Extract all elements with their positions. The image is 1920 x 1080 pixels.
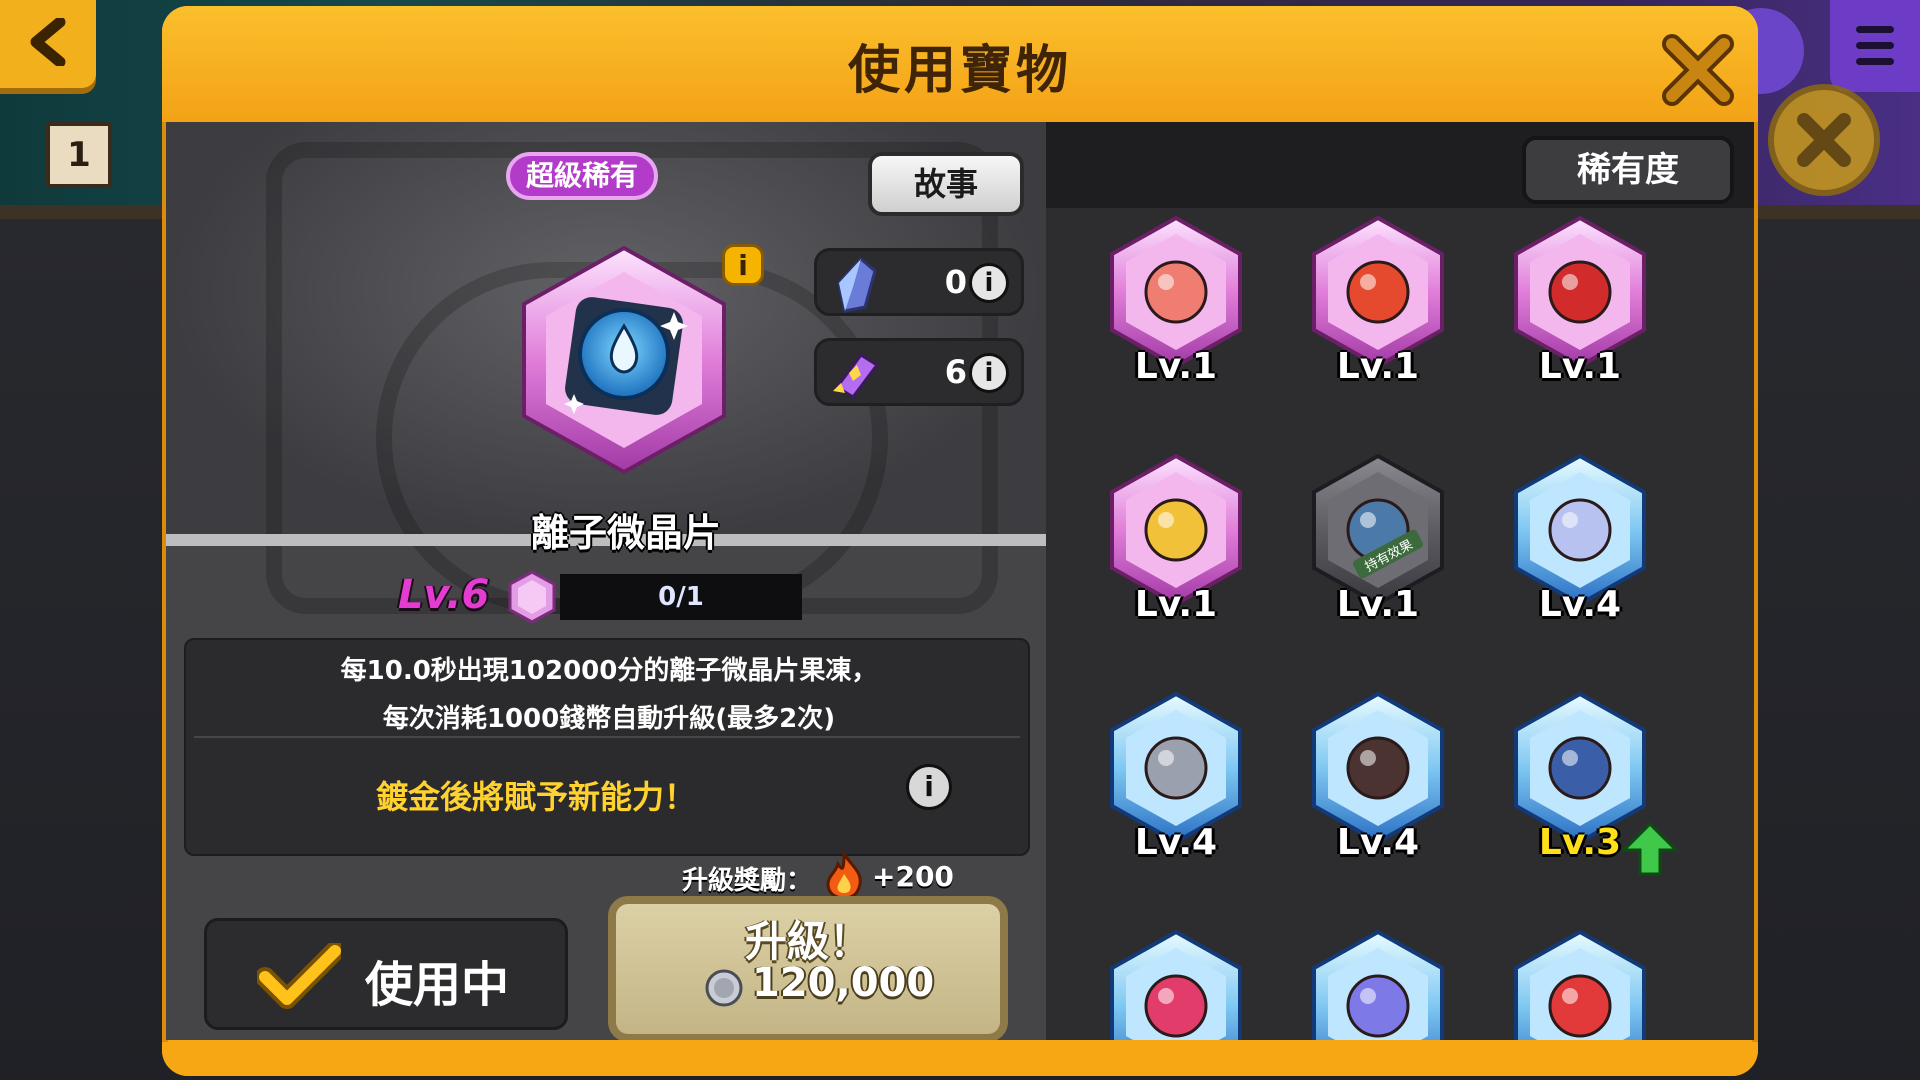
ticket-resource: 6 i — [814, 338, 1024, 406]
reward-label: 升級獎勵： — [682, 866, 813, 896]
crystal-icon — [837, 257, 877, 313]
crystal-vase-icon — [1312, 929, 1444, 1040]
treasure-slot-book[interactable]: Lv.3 — [1500, 690, 1678, 876]
treasure-modal: 使用寶物 超級稀有 故事 i 0 i 6 i 離子微晶片 Lv.6 0/1 每1… — [162, 6, 1758, 1076]
treasure-slot-pink-egg[interactable] — [1096, 928, 1256, 1040]
stage-sign: 1 — [46, 122, 112, 188]
back-button[interactable] — [0, 0, 96, 88]
ion-microchip-emblem — [522, 245, 726, 475]
treasure-level-row: Lv.6 0/1 — [398, 570, 848, 624]
treasure-slot-winged-shoe[interactable] — [1500, 928, 1660, 1040]
ticket-count: 6 — [944, 353, 967, 391]
rarity-gem-icon — [508, 570, 556, 624]
rarity-badge: 超級稀有 — [506, 152, 658, 200]
back-arrow-icon — [30, 18, 66, 66]
menu-button[interactable] — [1830, 0, 1920, 92]
story-button[interactable]: 故事 — [868, 152, 1024, 216]
crystal-info-button[interactable]: i — [969, 263, 1009, 303]
treasure-slot-bear-snowglobe[interactable]: Lv.1 — [1096, 452, 1256, 632]
upgrade-button[interactable]: 升級！ 120,000 — [608, 896, 1008, 1040]
treasure-level-label: Lv.4 — [1538, 584, 1622, 625]
description-line-1: 每10.0秒出現102000分的離子微晶片果凍， — [340, 656, 878, 686]
modal-footer — [162, 1042, 1758, 1076]
modal-title: 使用寶物 — [847, 41, 1072, 101]
treasure-slot-grapefruit-drink[interactable]: Lv.1 — [1096, 214, 1256, 394]
upgrade-cost: 120,000 — [752, 960, 935, 1006]
ticket-icon — [833, 352, 880, 400]
coin-icon — [705, 969, 743, 1007]
gilding-info-button[interactable]: i — [906, 764, 952, 810]
in-use-label: 使用中 — [365, 957, 510, 1013]
treasure-slot-ring-owned-effect[interactable]: 持有效果 Lv.1 — [1298, 452, 1458, 632]
close-icon — [1797, 113, 1851, 167]
treasure-slot-rainbow-blanket[interactable]: Lv.1 — [1298, 214, 1458, 394]
level-progress: 0/1 — [560, 574, 802, 620]
treasure-level-label: Lv.4 — [1336, 822, 1420, 863]
background-close-button — [1768, 84, 1880, 196]
treasure-slot-flower-emblem[interactable]: Lv.4 — [1500, 452, 1660, 632]
crystal-count: 0 — [944, 263, 967, 301]
treasure-info-badge[interactable]: i — [722, 244, 764, 286]
treasure-detail-panel: 超級稀有 故事 i 0 i 6 i 離子微晶片 Lv.6 0/1 每10.0秒出… — [166, 122, 1046, 1040]
in-use-button[interactable]: 使用中 — [204, 918, 568, 1030]
upgrade-reward: 升級獎勵： +200 — [682, 852, 982, 902]
description-line-2: 每次消耗1000錢幣自動升級(最多2次) — [382, 704, 836, 734]
treasure-slot-sword[interactable]: Lv.4 — [1096, 690, 1256, 870]
treasure-level: Lv.6 — [398, 572, 490, 618]
treasure-level-label: Lv.1 — [1134, 346, 1218, 387]
modal-header: 使用寶物 — [162, 6, 1758, 122]
ticket-info-button[interactable]: i — [969, 353, 1009, 393]
description-box: 每10.0秒出現102000分的離子微晶片果凍， 每次消耗1000錢幣自動升級(… — [184, 638, 1030, 856]
treasure-slot-spiked-mace[interactable]: Lv.4 — [1298, 690, 1458, 870]
close-icon[interactable] — [1658, 30, 1738, 110]
upgrade-available-arrow-icon — [1622, 822, 1678, 876]
treasure-level-label: Lv.1 — [1336, 346, 1420, 387]
treasure-level-label: Lv.1 — [1336, 584, 1420, 625]
gilding-hint: 鍍金後將賦予新能力！ — [375, 778, 696, 816]
reward-value: +200 — [872, 860, 954, 893]
flame-icon — [826, 852, 862, 900]
treasure-slot-crystal-vase[interactable] — [1298, 928, 1458, 1040]
rarity-sort-button[interactable]: 稀有度 — [1522, 136, 1734, 204]
check-icon — [257, 943, 341, 1009]
description-separator — [194, 736, 1020, 738]
treasure-level-label: Lv.1 — [1538, 346, 1622, 387]
treasure-slot-red-carpet[interactable]: Lv.1 — [1500, 214, 1660, 394]
winged-shoe-icon — [1514, 929, 1646, 1040]
treasure-level-label: Lv.4 — [1134, 822, 1218, 863]
treasure-name: 離子微晶片 — [530, 511, 721, 555]
pink-egg-icon — [1110, 929, 1242, 1040]
treasure-level-label: Lv.1 — [1134, 584, 1218, 625]
crystal-resource: 0 i — [814, 248, 1024, 316]
treasure-list-panel: 稀有度 Lv.1 Lv.1 Lv.1 Lv.1 持有效果 Lv.1 Lv.4 Lv.4 Lv.4… — [1046, 122, 1754, 1040]
